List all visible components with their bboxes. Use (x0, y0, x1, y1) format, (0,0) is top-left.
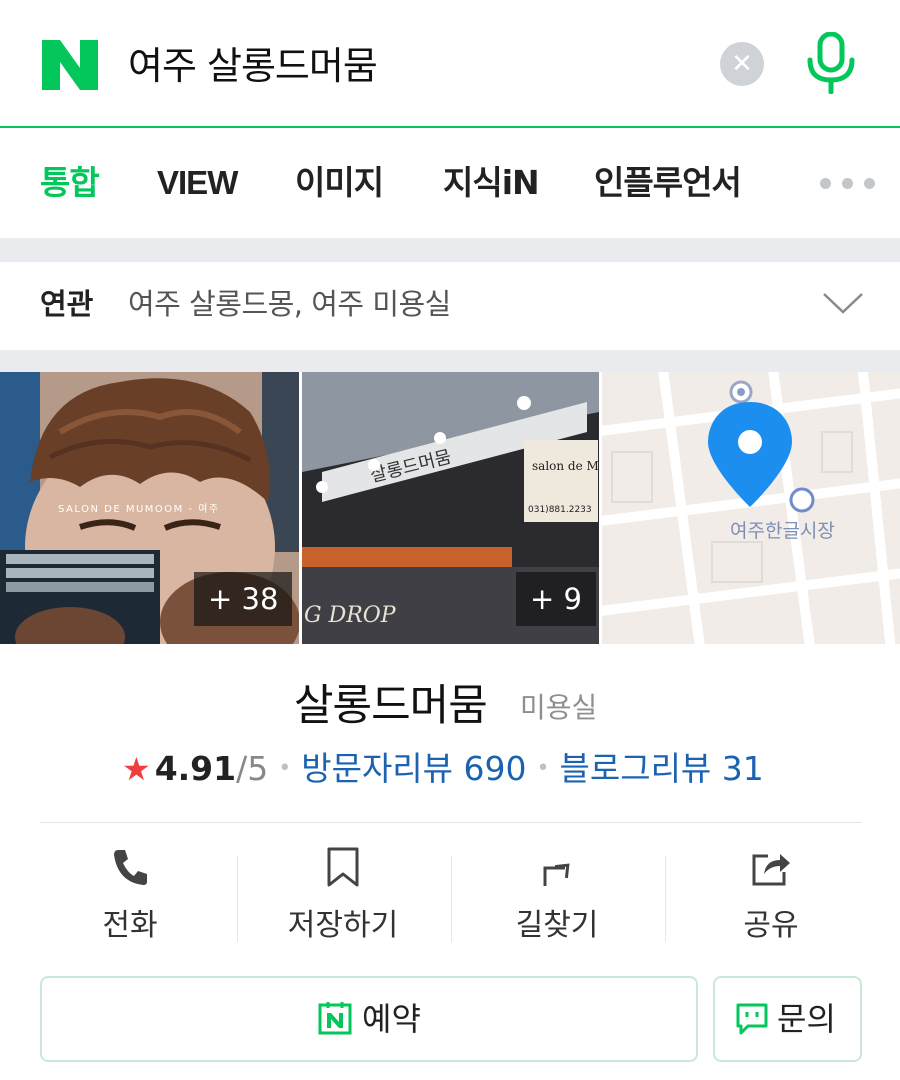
share-button[interactable]: 공유 (681, 846, 861, 950)
photo-strip: SALON DE MUMOOM - 여주 + 38 살롱드머뭄 salon de… (0, 372, 900, 644)
location-map[interactable]: 여주한글시장 (602, 372, 900, 644)
action-separator (237, 856, 238, 942)
place-category: 미용실 (520, 691, 598, 724)
more-tabs-icon[interactable] (820, 178, 880, 190)
store-name-text: G DROP (304, 603, 397, 628)
related-searches[interactable]: 연관 여주 살롱드몽, 여주 미용실 (0, 262, 900, 350)
action-separator (665, 856, 666, 942)
separator-dot: • (278, 756, 292, 781)
save-label: 저장하기 (287, 908, 399, 943)
place-name[interactable]: 살롱드머뭄 (294, 676, 488, 736)
tab-integrated[interactable]: 통합 (40, 158, 100, 208)
share-icon (752, 854, 790, 886)
clear-icon[interactable]: ✕ (720, 42, 764, 86)
rating-score: 4.91 (154, 749, 237, 788)
tab-images[interactable]: 이미지 (295, 158, 384, 208)
tab-view[interactable]: VIEW (157, 158, 238, 208)
tab-influencer[interactable]: 인플루언서 (594, 158, 742, 208)
star-icon: ★ (122, 750, 151, 788)
naver-booking-icon (318, 1002, 352, 1035)
visitor-reviews-link[interactable]: 방문자리뷰 690 (301, 746, 526, 792)
search-bar: 여주 살롱드머뭄 ✕ (0, 0, 900, 128)
book-button[interactable]: 예약 (40, 976, 698, 1062)
directions-button[interactable]: 길찾기 (467, 846, 647, 950)
save-button[interactable]: 저장하기 (253, 846, 433, 950)
related-label: 연관 (40, 287, 94, 321)
inquiry-button[interactable]: 문의 (713, 976, 862, 1062)
photo-count-badge: + 38 (194, 572, 293, 626)
tab-knowledge-in[interactable]: 지식iN (443, 158, 540, 208)
action-separator (451, 856, 452, 942)
shop-phone-text: 031)881.2233 (528, 505, 592, 515)
photo-caption: SALON DE MUMOOM - 여주 (58, 503, 220, 515)
map-place-label: 여주한글시장 (730, 520, 835, 542)
chevron-down-icon[interactable] (822, 290, 864, 316)
blog-reviews-link[interactable]: 블로그리뷰 31 (559, 746, 763, 792)
divider (40, 822, 862, 823)
related-keywords[interactable]: 여주 살롱드몽, 여주 미용실 (128, 282, 451, 326)
book-label: 예약 (362, 1000, 421, 1038)
naver-logo[interactable] (42, 40, 98, 90)
chat-icon (736, 1003, 768, 1035)
rating-max: /5 (236, 749, 269, 788)
separator-dot: • (536, 756, 550, 781)
bookmark-icon (327, 847, 359, 887)
search-input[interactable]: 여주 살롱드머뭄 (128, 38, 378, 94)
rating-row: ★ 4.91/5 • 방문자리뷰 690 • 블로그리뷰 31 (122, 746, 764, 792)
directions-icon (543, 863, 570, 886)
call-label: 전화 (102, 908, 158, 943)
search-tabs: 통합 VIEW 이미지 지식iN 인플루언서 (0, 130, 900, 238)
call-button[interactable]: 전화 (40, 846, 220, 950)
directions-label: 길찾기 (515, 908, 599, 943)
share-label: 공유 (743, 908, 799, 943)
microphone-icon[interactable] (802, 32, 860, 94)
section-divider (0, 350, 900, 372)
shop-board-text: salon de MU MOOM (532, 459, 599, 473)
inquiry-label: 문의 (777, 1000, 836, 1038)
haircut-photo[interactable]: SALON DE MUMOOM - 여주 + 38 (0, 372, 299, 644)
photo-count-badge: + 9 (516, 572, 596, 626)
phone-icon (114, 850, 147, 885)
section-divider (0, 238, 900, 262)
storefront-photo[interactable]: 살롱드머뭄 salon de MU MOOM 031)881.2233 G DR… (302, 372, 599, 644)
